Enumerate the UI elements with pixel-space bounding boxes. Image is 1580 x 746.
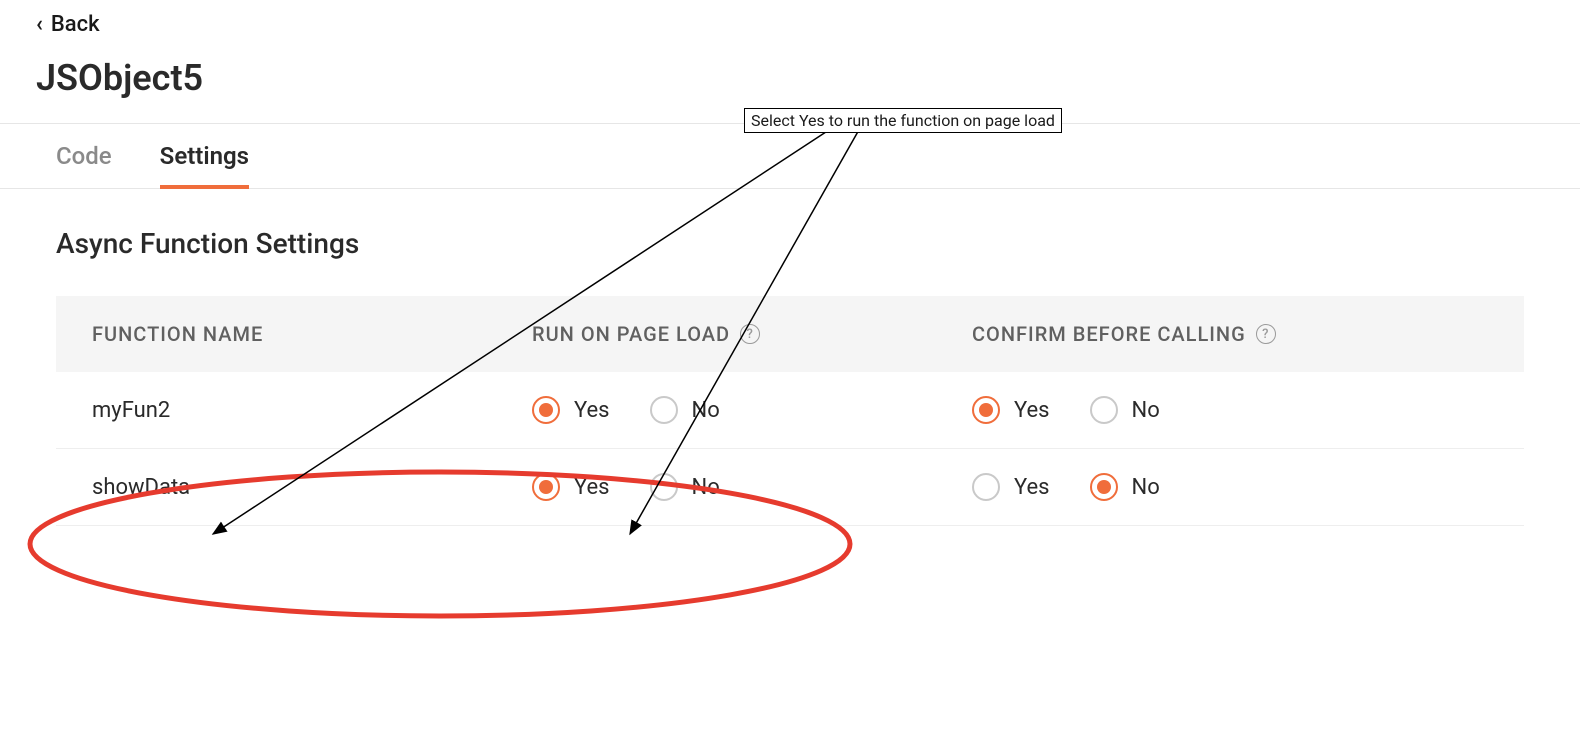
radio-yes[interactable]: Yes: [972, 473, 1050, 501]
help-icon[interactable]: ?: [1256, 324, 1276, 344]
radio-circle-icon: [532, 396, 560, 424]
radio-circle-icon: [1090, 396, 1118, 424]
radio-dot-icon: [979, 403, 993, 417]
radio-dot-icon: [539, 480, 553, 494]
radio-no[interactable]: No: [1090, 396, 1160, 424]
th-function-name-label: FUNCTION NAME: [92, 322, 263, 346]
settings-table: FUNCTION NAME RUN ON PAGE LOAD ? CONFIRM…: [56, 296, 1524, 526]
radio-label: Yes: [1014, 398, 1050, 423]
radio-dot-icon: [539, 403, 553, 417]
radio-label: Yes: [574, 398, 610, 423]
radio-yes[interactable]: Yes: [532, 396, 610, 424]
th-confirm-before-calling: CONFIRM BEFORE CALLING ?: [972, 322, 1488, 346]
radio-group: Yes No: [532, 473, 720, 501]
th-confirm-label: CONFIRM BEFORE CALLING: [972, 322, 1246, 346]
td-run-on-page-load: Yes No: [532, 473, 972, 501]
th-run-label: RUN ON PAGE LOAD: [532, 322, 730, 346]
radio-circle-icon: [532, 473, 560, 501]
radio-label: Yes: [1014, 475, 1050, 500]
table-row: showData Yes No Yes No: [56, 449, 1524, 526]
radio-circle-icon: [972, 473, 1000, 501]
th-run-on-page-load: RUN ON PAGE LOAD ?: [532, 322, 972, 346]
radio-circle-icon: [650, 473, 678, 501]
td-run-on-page-load: Yes No: [532, 396, 972, 424]
radio-group: Yes No: [532, 396, 720, 424]
radio-label: No: [1132, 475, 1160, 500]
radio-group: Yes No: [972, 396, 1160, 424]
radio-label: Yes: [574, 475, 610, 500]
radio-yes[interactable]: Yes: [532, 473, 610, 501]
td-confirm-before-calling: Yes No: [972, 396, 1488, 424]
function-name-label: showData: [92, 475, 190, 500]
section-async-settings: Async Function Settings FUNCTION NAME RU…: [0, 189, 1580, 526]
radio-no[interactable]: No: [1090, 473, 1160, 501]
radio-label: No: [692, 398, 720, 423]
table-row: myFun2 Yes No Yes No: [56, 372, 1524, 449]
radio-label: No: [692, 475, 720, 500]
radio-no[interactable]: No: [650, 473, 720, 501]
chevron-left-icon: ‹: [36, 12, 43, 37]
radio-label: No: [1132, 398, 1160, 423]
radio-yes[interactable]: Yes: [972, 396, 1050, 424]
tab-settings[interactable]: Settings: [160, 124, 249, 188]
back-label: Back: [51, 12, 100, 37]
radio-circle-icon: [1090, 473, 1118, 501]
th-function-name: FUNCTION NAME: [92, 322, 532, 346]
td-function-name: showData: [92, 475, 532, 500]
section-title: Async Function Settings: [56, 227, 1524, 260]
radio-no[interactable]: No: [650, 396, 720, 424]
td-function-name: myFun2: [92, 398, 532, 423]
radio-group: Yes No: [972, 473, 1160, 501]
radio-circle-icon: [650, 396, 678, 424]
radio-dot-icon: [1097, 480, 1111, 494]
help-icon[interactable]: ?: [740, 324, 760, 344]
tab-code[interactable]: Code: [56, 124, 112, 188]
back-link[interactable]: ‹ Back: [0, 0, 136, 45]
td-confirm-before-calling: Yes No: [972, 473, 1488, 501]
radio-circle-icon: [972, 396, 1000, 424]
annotation-callout: Select Yes to run the function on page l…: [744, 108, 1062, 133]
table-header-row: FUNCTION NAME RUN ON PAGE LOAD ? CONFIRM…: [56, 296, 1524, 372]
function-name-label: myFun2: [92, 398, 170, 423]
